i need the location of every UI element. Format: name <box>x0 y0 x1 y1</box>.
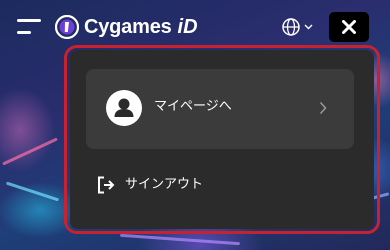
close-button[interactable] <box>329 12 369 42</box>
close-icon <box>342 20 356 34</box>
hamburger-menu-icon[interactable] <box>17 19 41 35</box>
chevron-down-icon <box>304 24 313 30</box>
cygames-id-logo[interactable]: Cygames iD <box>55 13 198 41</box>
background-art <box>5 181 60 202</box>
background-art <box>120 233 240 246</box>
globe-icon <box>282 18 300 36</box>
logo-id-text: iD <box>177 15 198 38</box>
cygames-logo-mark-icon <box>55 15 79 39</box>
background-art <box>2 137 58 166</box>
highlight-outline <box>64 45 380 234</box>
app-screen: Cygames iD マイページへ サインアウト <box>0 0 390 250</box>
language-button[interactable] <box>281 16 313 38</box>
logo-text: Cygames <box>84 15 172 38</box>
